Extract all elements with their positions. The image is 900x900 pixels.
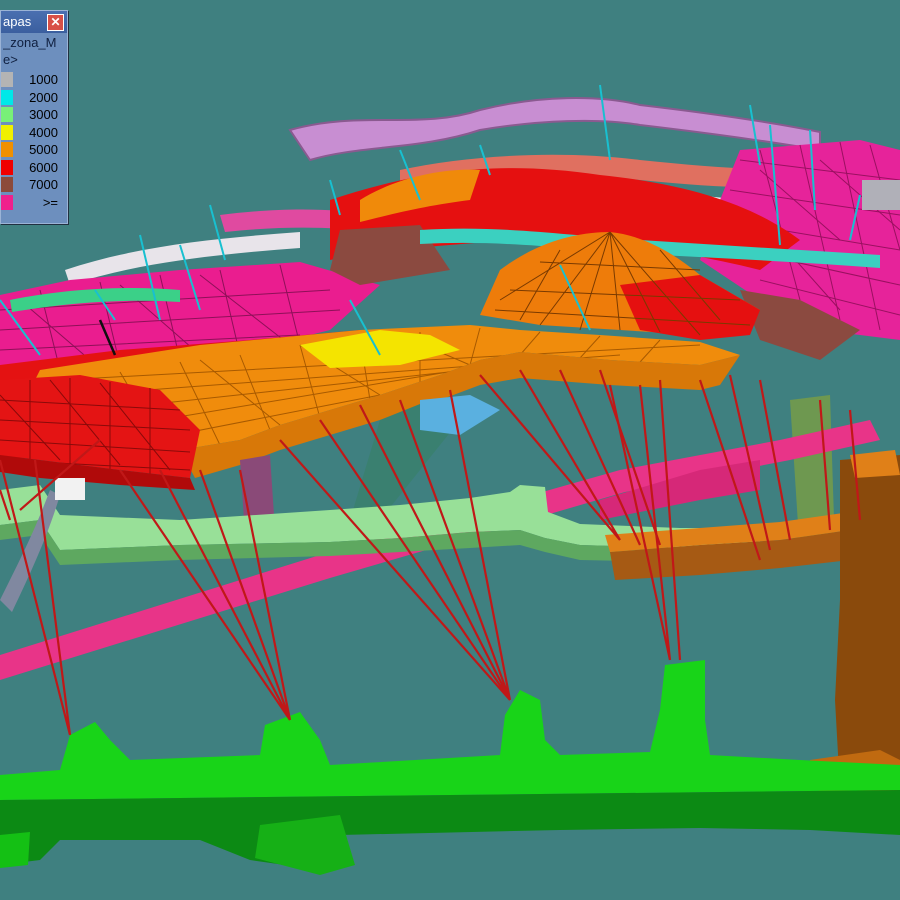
legend-field-sub: e> — [3, 52, 18, 67]
legend-item: 1000 — [1, 71, 67, 88]
legend-item: 4000 — [1, 124, 67, 141]
legend-swatch — [1, 194, 13, 210]
legend-label: 2000 — [29, 89, 58, 105]
legend-swatch — [1, 72, 13, 87]
legend-item: 6000 — [1, 159, 67, 176]
brown-ramp-vertical-cap — [850, 450, 900, 478]
legend-label: >= — [42, 194, 58, 210]
green-level-left-stub — [0, 832, 30, 868]
legend-title: apas — [3, 14, 32, 29]
legend-titlebar[interactable]: apas ✕ — [1, 11, 67, 33]
legend-item: 7000 — [1, 176, 67, 193]
legend-label: 4000 — [29, 124, 58, 140]
legend-item: 5000 — [1, 141, 67, 158]
legend-label: 7000 — [29, 177, 58, 192]
legend-label: 6000 — [29, 159, 58, 175]
legend-label: 5000 — [29, 142, 58, 157]
close-icon[interactable]: ✕ — [47, 14, 64, 31]
legend-swatch — [1, 107, 13, 122]
legend-item: >= — [1, 194, 67, 211]
legend-swatch — [1, 124, 13, 140]
legend-swatch — [1, 177, 13, 192]
legend-swatch — [1, 159, 13, 175]
legend-swatch — [1, 142, 13, 157]
white-block-left — [55, 478, 85, 500]
legend-item: 2000 — [1, 89, 67, 106]
legend-field-name: _zona_M — [3, 35, 57, 50]
right-grey-block — [862, 180, 900, 210]
3d-viewport[interactable] — [0, 0, 900, 900]
legend-item: 3000 — [1, 106, 67, 123]
legend-label: 1000 — [29, 72, 58, 87]
legend-label: 3000 — [29, 107, 58, 122]
legend-panel[interactable]: apas ✕ _zona_M e> 1000 2000 3000 4000 50… — [0, 10, 68, 224]
legend-swatch — [1, 89, 13, 105]
brown-ramp-vertical — [835, 455, 900, 790]
